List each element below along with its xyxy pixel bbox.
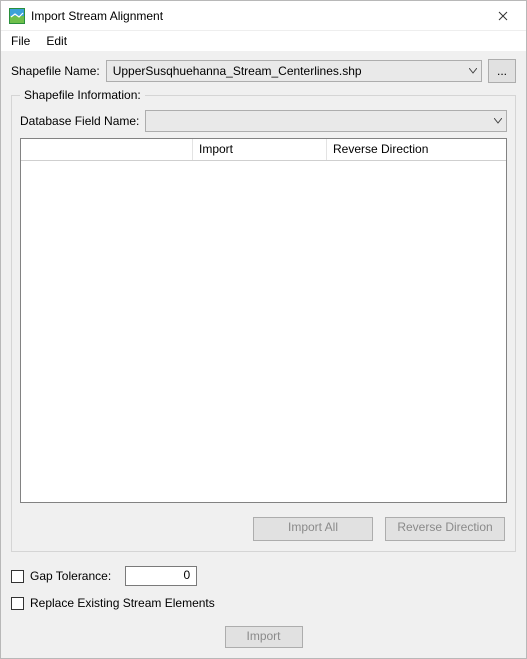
- close-icon: [498, 11, 508, 21]
- shapefile-info-group: Shapefile Information: Database Field Na…: [11, 95, 516, 552]
- col-reverse[interactable]: Reverse Direction: [327, 139, 506, 160]
- shapefile-selected: UpperSusqhuehanna_Stream_Centerlines.shp: [113, 64, 362, 78]
- table-body: [21, 161, 506, 502]
- group-actions: Import All Reverse Direction: [20, 517, 507, 541]
- group-legend: Shapefile Information:: [20, 88, 145, 102]
- chevron-down-icon: [494, 118, 502, 124]
- close-button[interactable]: [480, 1, 526, 31]
- app-icon: [9, 8, 25, 24]
- shapefile-row: Shapefile Name: UpperSusqhuehanna_Stream…: [11, 59, 516, 83]
- dialog-body: Shapefile Name: UpperSusqhuehanna_Stream…: [1, 51, 526, 658]
- col-import[interactable]: Import: [193, 139, 327, 160]
- browse-label: ...: [497, 64, 507, 78]
- replace-row: Replace Existing Stream Elements: [11, 596, 516, 610]
- menu-edit[interactable]: Edit: [40, 33, 73, 49]
- footer-row: Import: [11, 626, 516, 648]
- db-field-label: Database Field Name:: [20, 114, 139, 128]
- import-button[interactable]: Import: [225, 626, 303, 648]
- chevron-down-icon: [469, 68, 477, 74]
- menubar: File Edit: [1, 31, 526, 51]
- shapefile-combo[interactable]: UpperSusqhuehanna_Stream_Centerlines.shp: [106, 60, 482, 82]
- reverse-direction-button[interactable]: Reverse Direction: [385, 517, 505, 541]
- titlebar: Import Stream Alignment: [1, 1, 526, 31]
- shapefile-label: Shapefile Name:: [11, 64, 100, 78]
- dialog-window: Import Stream Alignment File Edit Shapef…: [0, 0, 527, 659]
- replace-label: Replace Existing Stream Elements: [30, 596, 215, 610]
- browse-button[interactable]: ...: [488, 59, 516, 83]
- menu-file[interactable]: File: [5, 33, 36, 49]
- field-table: Import Reverse Direction: [20, 138, 507, 503]
- window-title: Import Stream Alignment: [31, 9, 480, 23]
- gap-tolerance-checkbox[interactable]: [11, 570, 24, 583]
- table-header: Import Reverse Direction: [21, 139, 506, 161]
- gap-tolerance-label: Gap Tolerance:: [30, 569, 111, 583]
- gap-tolerance-input[interactable]: 0: [125, 566, 197, 586]
- db-field-row: Database Field Name:: [20, 110, 507, 132]
- import-all-button[interactable]: Import All: [253, 517, 373, 541]
- col-name[interactable]: [21, 139, 193, 160]
- options-area: Gap Tolerance: 0 Replace Existing Stream…: [11, 566, 516, 610]
- db-field-combo[interactable]: [145, 110, 507, 132]
- replace-checkbox[interactable]: [11, 597, 24, 610]
- gap-tolerance-row: Gap Tolerance: 0: [11, 566, 516, 586]
